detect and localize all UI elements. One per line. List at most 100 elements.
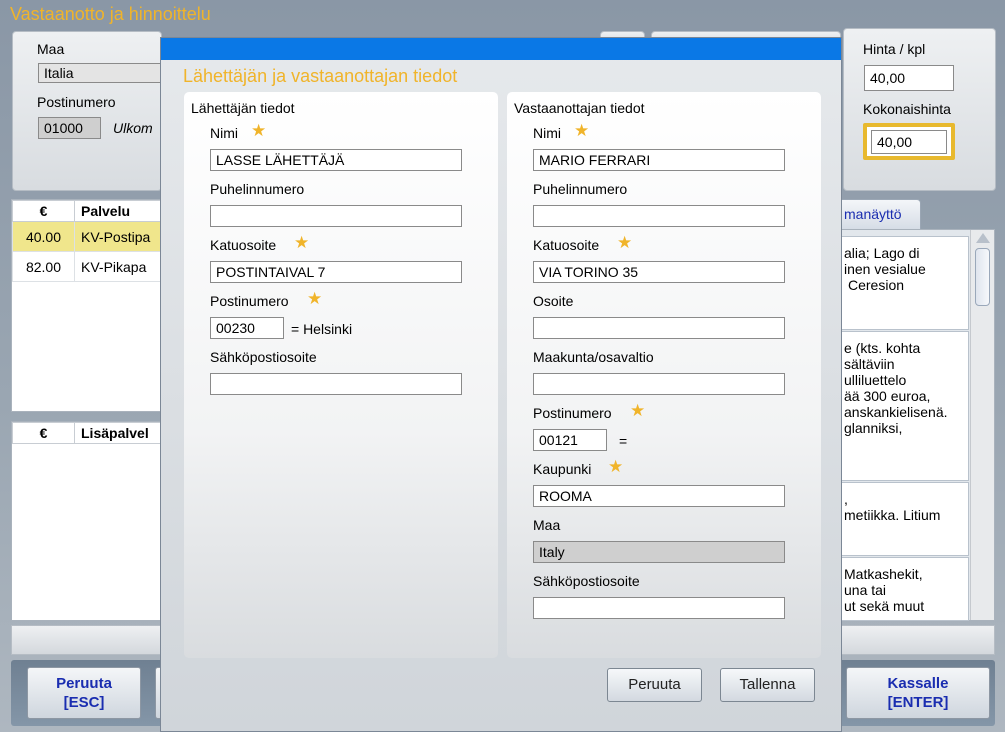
info-line: inen vesialue [844, 261, 926, 277]
receiver-country-field: Italy [533, 541, 785, 563]
info-line: ulliluettelo [844, 372, 907, 388]
receiver-region-label: Maakunta/osavaltio [533, 349, 654, 365]
sender-heading: Lähettäjän tiedot [191, 100, 295, 116]
dialog-cancel-button[interactable]: Peruuta [607, 668, 702, 702]
app-title: Vastaanotto ja hinnoittelu [10, 4, 211, 24]
sender-name-label: Nimi [210, 125, 238, 141]
table-row[interactable]: 82.00 KV-Pikapa [12, 251, 162, 282]
sender-city-text: = Helsinki [291, 321, 353, 337]
receiver-phone-field[interactable] [533, 205, 785, 227]
info-line: e (kts. kohta [844, 340, 921, 356]
info-block: Matkashekit, una tai ut sekä muut [836, 557, 969, 621]
postinumero-label: Postinumero [37, 94, 116, 110]
info-line: metiikka. Litium [844, 507, 941, 523]
receiver-name-field[interactable]: MARIO FERRARI [533, 149, 785, 171]
maa-label: Maa [37, 41, 65, 57]
info-scrollbar[interactable] [970, 230, 994, 620]
receiver-address-label: Osoite [533, 293, 574, 309]
postal-hint: Ulkom [113, 120, 153, 136]
info-line: , [844, 491, 848, 507]
receiver-street-field[interactable]: VIA TORINO 35 [533, 261, 785, 283]
country-select[interactable]: Italia [38, 63, 168, 83]
info-tab-label: manäyttö [844, 206, 902, 222]
dialog-save-button[interactable]: Tallenna [720, 668, 815, 702]
info-line: glanniksi, [844, 420, 903, 436]
receiver-street-label: Katuosoite [533, 237, 600, 253]
info-line: Matkashekit, [844, 566, 923, 582]
dialog-title-bar[interactable] [161, 38, 841, 60]
receiver-name-label: Nimi [533, 125, 561, 141]
checkout-key: [ENTER] [887, 694, 949, 711]
required-star-icon: ★ [307, 289, 323, 308]
info-tab[interactable]: manäyttö [835, 199, 921, 229]
sender-postal-field[interactable]: 00230 [210, 317, 284, 339]
receiver-postal-label: Postinumero [533, 405, 612, 421]
sender-street-field[interactable]: POSTINTAIVAL 7 [210, 261, 462, 283]
dialog-title: Lähettäjän ja vastaanottajan tiedot [183, 66, 458, 86]
scroll-up-icon[interactable] [976, 233, 990, 243]
cancel-esc-key: [ESC] [63, 694, 105, 711]
info-line: ää 300 euroa, [844, 388, 931, 404]
col-price-header: € [12, 422, 75, 444]
col-service-header: Palvelu [74, 200, 162, 222]
postal-code-field[interactable]: 01000 [38, 117, 101, 139]
row-price: 82.00 [12, 251, 75, 282]
info-line: ut sekä muut [844, 598, 925, 614]
total-price-field[interactable]: 40,00 [871, 130, 947, 154]
required-star-icon: ★ [574, 121, 590, 140]
total-price-highlight: 40,00 [863, 123, 955, 160]
required-star-icon: ★ [294, 233, 310, 252]
row-service: KV-Pikapa [74, 251, 162, 282]
sender-email-label: Sähköpostiosoite [210, 349, 317, 365]
required-star-icon: ★ [617, 233, 633, 252]
row-service: KV-Postipa [74, 221, 162, 252]
col-price-header: € [12, 200, 75, 222]
info-panel: alia; Lago di inen vesialue Ceresion e (… [835, 229, 995, 621]
info-line: sältäviin [844, 356, 895, 372]
extras-table: € Lisäpalvel [12, 422, 162, 444]
receiver-postal-equals: = [619, 433, 628, 449]
receiver-address-field[interactable] [533, 317, 785, 339]
scroll-thumb[interactable] [975, 248, 990, 306]
receiver-city-field[interactable]: ROOMA [533, 485, 785, 507]
info-block: e (kts. kohta sältäviin ulliluettelo ää … [836, 331, 969, 481]
sender-postal-label: Postinumero [210, 293, 289, 309]
table-row[interactable]: 40.00 KV-Postipa [12, 221, 162, 252]
info-line: Ceresion [848, 277, 905, 293]
receiver-phone-label: Puhelinnumero [533, 181, 628, 197]
country-panel: Maa Italia Postinumero 01000 Ulkom [12, 31, 168, 191]
extras-table-panel: € Lisäpalvel [11, 421, 162, 621]
sender-email-field[interactable] [210, 373, 462, 395]
required-star-icon: ★ [630, 401, 646, 420]
row-price: 40.00 [12, 221, 75, 252]
receiver-postal-field[interactable]: 00121 [533, 429, 607, 451]
receiver-email-field[interactable] [533, 597, 785, 619]
sender-phone-label: Puhelinnumero [210, 181, 305, 197]
price-panel: Hinta / kpl 40,00 Kokonaishinta 40,00 [843, 28, 996, 191]
info-line: una tai [844, 582, 887, 598]
receiver-city-label: Kaupunki [533, 461, 592, 477]
receiver-country-label: Maa [533, 517, 561, 533]
sender-panel: Lähettäjän tiedot Nimi ★ LASSE LÄHETTÄJÄ… [184, 92, 498, 658]
receiver-email-label: Sähköpostiosoite [533, 573, 640, 589]
services-table-panel: € Palvelu 40.00 KV-Postipa 82.00 KV-Pika… [11, 199, 162, 412]
cancel-esc-label: Peruuta [56, 675, 112, 692]
required-star-icon: ★ [251, 121, 267, 140]
unit-price-field[interactable]: 40,00 [864, 65, 954, 91]
kokonaishinta-label: Kokonaishinta [863, 101, 951, 117]
sender-street-label: Katuosoite [210, 237, 277, 253]
info-line: anskankielisenä. [844, 404, 948, 420]
sender-phone-field[interactable] [210, 205, 462, 227]
col-extras-header: Lisäpalvel [74, 422, 162, 444]
cancel-esc-button[interactable]: Peruuta [ESC] [27, 667, 141, 719]
receiver-region-field[interactable] [533, 373, 785, 395]
services-table: € Palvelu 40.00 KV-Postipa 82.00 KV-Pika… [12, 200, 162, 282]
sender-receiver-dialog: Lähettäjän ja vastaanottajan tiedot Lähe… [160, 37, 842, 732]
info-line: alia; Lago di [844, 245, 920, 261]
checkout-label: Kassalle [887, 675, 949, 692]
sender-name-field[interactable]: LASSE LÄHETTÄJÄ [210, 149, 462, 171]
receiver-heading: Vastaanottajan tiedot [514, 100, 645, 116]
checkout-button[interactable]: Kassalle [ENTER] [846, 667, 990, 719]
info-block: , metiikka. Litium [836, 482, 969, 556]
required-star-icon: ★ [608, 457, 624, 476]
